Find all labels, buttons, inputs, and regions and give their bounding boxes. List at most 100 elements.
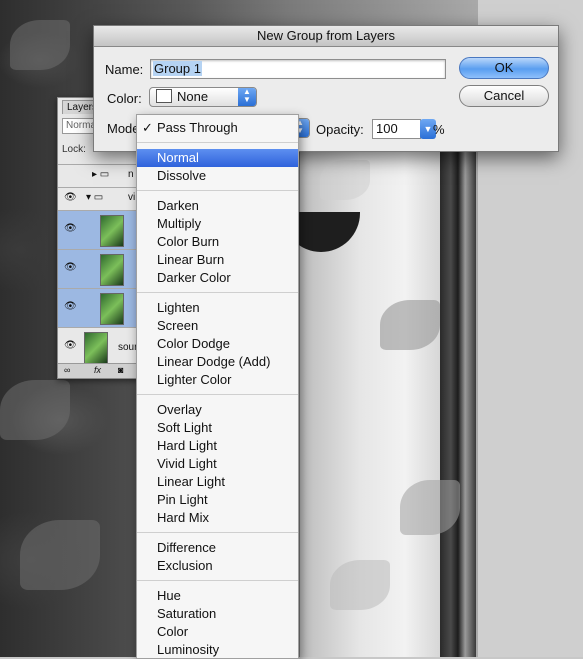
menu-item-pass-through[interactable]: ✓ Pass Through (137, 119, 298, 137)
menu-item-label: Linear Dodge (Add) (157, 354, 271, 369)
menu-item-label: Hard Mix (157, 510, 210, 525)
photo-leaf (10, 20, 70, 70)
eye-icon[interactable]: 👁 (64, 262, 77, 273)
menu-item-luminosity[interactable]: Luminosity (137, 641, 298, 659)
layer-row[interactable]: ▸ ▭ n (58, 164, 142, 187)
layer-thumbnail (100, 215, 124, 247)
menu-separator (137, 532, 298, 533)
layer-row[interactable]: 👁 (58, 210, 142, 249)
menu-item-screen[interactable]: Screen (137, 317, 298, 335)
fx-button[interactable]: fx (94, 365, 101, 375)
color-swatch (156, 89, 172, 103)
layer-thumbnail (100, 254, 124, 286)
name-value: Group 1 (153, 61, 202, 76)
menu-item-label: Color (157, 624, 189, 639)
menu-item-label: Pin Light (157, 492, 208, 507)
menu-item-color-burn[interactable]: Color Burn (137, 233, 298, 251)
menu-item-linear-light[interactable]: Linear Light (137, 473, 298, 491)
layer-row[interactable]: 👁 sour (58, 327, 142, 366)
menu-item-darker-color[interactable]: Darker Color (137, 269, 298, 287)
photo-leaf (400, 480, 460, 535)
lock-label: Lock: (62, 144, 86, 155)
menu-item-linear-dodge-add[interactable]: Linear Dodge (Add) (137, 353, 298, 371)
link-icon[interactable]: ∞ (64, 365, 70, 375)
menu-item-vivid-light[interactable]: Vivid Light (137, 455, 298, 473)
menu-item-linear-burn[interactable]: Linear Burn (137, 251, 298, 269)
layer-name: sour (118, 342, 138, 353)
photo-leaf (330, 560, 390, 610)
photo-leaf (20, 520, 100, 590)
layer-thumbnail (100, 293, 124, 325)
color-value: None (177, 89, 209, 104)
eye-icon[interactable]: 👁 (64, 340, 77, 351)
opacity-unit: % (433, 122, 445, 137)
eye-icon[interactable]: 👁 (64, 301, 77, 312)
menu-item-color[interactable]: Color (137, 623, 298, 641)
layer-name: vi (128, 192, 136, 203)
ok-button[interactable]: OK (459, 57, 549, 79)
mode-dropdown-menu: ✓ Pass Through Normal Dissolve Darken Multipl… (136, 114, 299, 659)
photo-window-frame (440, 150, 476, 657)
menu-item-label: Lighter Color (157, 372, 232, 387)
menu-item-label: Screen (157, 318, 199, 333)
dialog-title: New Group from Layers (94, 26, 558, 47)
menu-item-saturation[interactable]: Saturation (137, 605, 298, 623)
menu-item-dissolve[interactable]: Dissolve (137, 167, 298, 185)
menu-item-label: Color Burn (157, 234, 220, 249)
menu-item-label: Darken (157, 198, 199, 213)
menu-separator (137, 580, 298, 581)
eye-icon[interactable]: 👁 (64, 192, 77, 203)
checkmark-icon: ✓ (142, 120, 153, 135)
menu-item-hue[interactable]: Hue (137, 587, 298, 605)
menu-item-label: Multiply (157, 216, 202, 231)
folder-icon: ▾ ▭ (86, 192, 104, 203)
mask-icon[interactable]: ◙ (118, 365, 123, 375)
menu-item-label: Saturation (157, 606, 217, 621)
chevron-updown-icon: ▲ ▼ (238, 88, 256, 106)
menu-item-difference[interactable]: Difference (137, 539, 298, 557)
menu-item-label: Vivid Light (157, 456, 217, 471)
layer-name: n (128, 169, 134, 180)
menu-item-lighter-color[interactable]: Lighter Color (137, 371, 298, 389)
photo-leaf (0, 380, 70, 440)
menu-item-label: Lighten (157, 300, 200, 315)
cancel-button[interactable]: Cancel (459, 85, 549, 107)
menu-item-lighten[interactable]: Lighten (137, 299, 298, 317)
menu-item-label: Pass Through (157, 120, 238, 135)
menu-item-label: Exclusion (157, 558, 213, 573)
menu-item-darken[interactable]: Darken (137, 197, 298, 215)
menu-item-label: Normal (157, 150, 199, 165)
color-label: Color: (107, 91, 142, 106)
opacity-field[interactable]: 100 (372, 119, 421, 139)
layer-row[interactable]: 👁 (58, 288, 142, 327)
menu-separator (137, 190, 298, 191)
color-select[interactable]: None ▲ ▼ (149, 87, 257, 107)
menu-item-label: Overlay (157, 402, 202, 417)
menu-item-soft-light[interactable]: Soft Light (137, 419, 298, 437)
menu-separator (137, 394, 298, 395)
menu-item-label: Soft Light (157, 420, 212, 435)
layer-thumbnail (84, 332, 108, 364)
menu-item-hard-mix[interactable]: Hard Mix (137, 509, 298, 527)
menu-item-normal[interactable]: Normal (137, 149, 298, 167)
name-field[interactable]: Group 1 (150, 59, 446, 79)
menu-item-label: Hard Light (157, 438, 217, 453)
opacity-label: Opacity: (316, 122, 364, 137)
layer-row[interactable]: 👁 (58, 249, 142, 288)
folder-icon: ▸ ▭ (92, 169, 110, 180)
menu-item-label: Darker Color (157, 270, 231, 285)
menu-item-color-dodge[interactable]: Color Dodge (137, 335, 298, 353)
layer-row[interactable]: 👁 ▾ ▭ vi (58, 187, 142, 210)
name-label: Name: (105, 62, 144, 77)
menu-item-label: Color Dodge (157, 336, 230, 351)
layers-panel-footer: ∞ fx ◙ (58, 363, 142, 378)
menu-item-pin-light[interactable]: Pin Light (137, 491, 298, 509)
menu-item-label: Linear Burn (157, 252, 225, 267)
menu-item-exclusion[interactable]: Exclusion (137, 557, 298, 575)
menu-item-overlay[interactable]: Overlay (137, 401, 298, 419)
menu-item-hard-light[interactable]: Hard Light (137, 437, 298, 455)
menu-separator (137, 292, 298, 293)
menu-item-multiply[interactable]: Multiply (137, 215, 298, 233)
menu-separator (137, 142, 298, 143)
eye-icon[interactable]: 👁 (64, 223, 77, 234)
